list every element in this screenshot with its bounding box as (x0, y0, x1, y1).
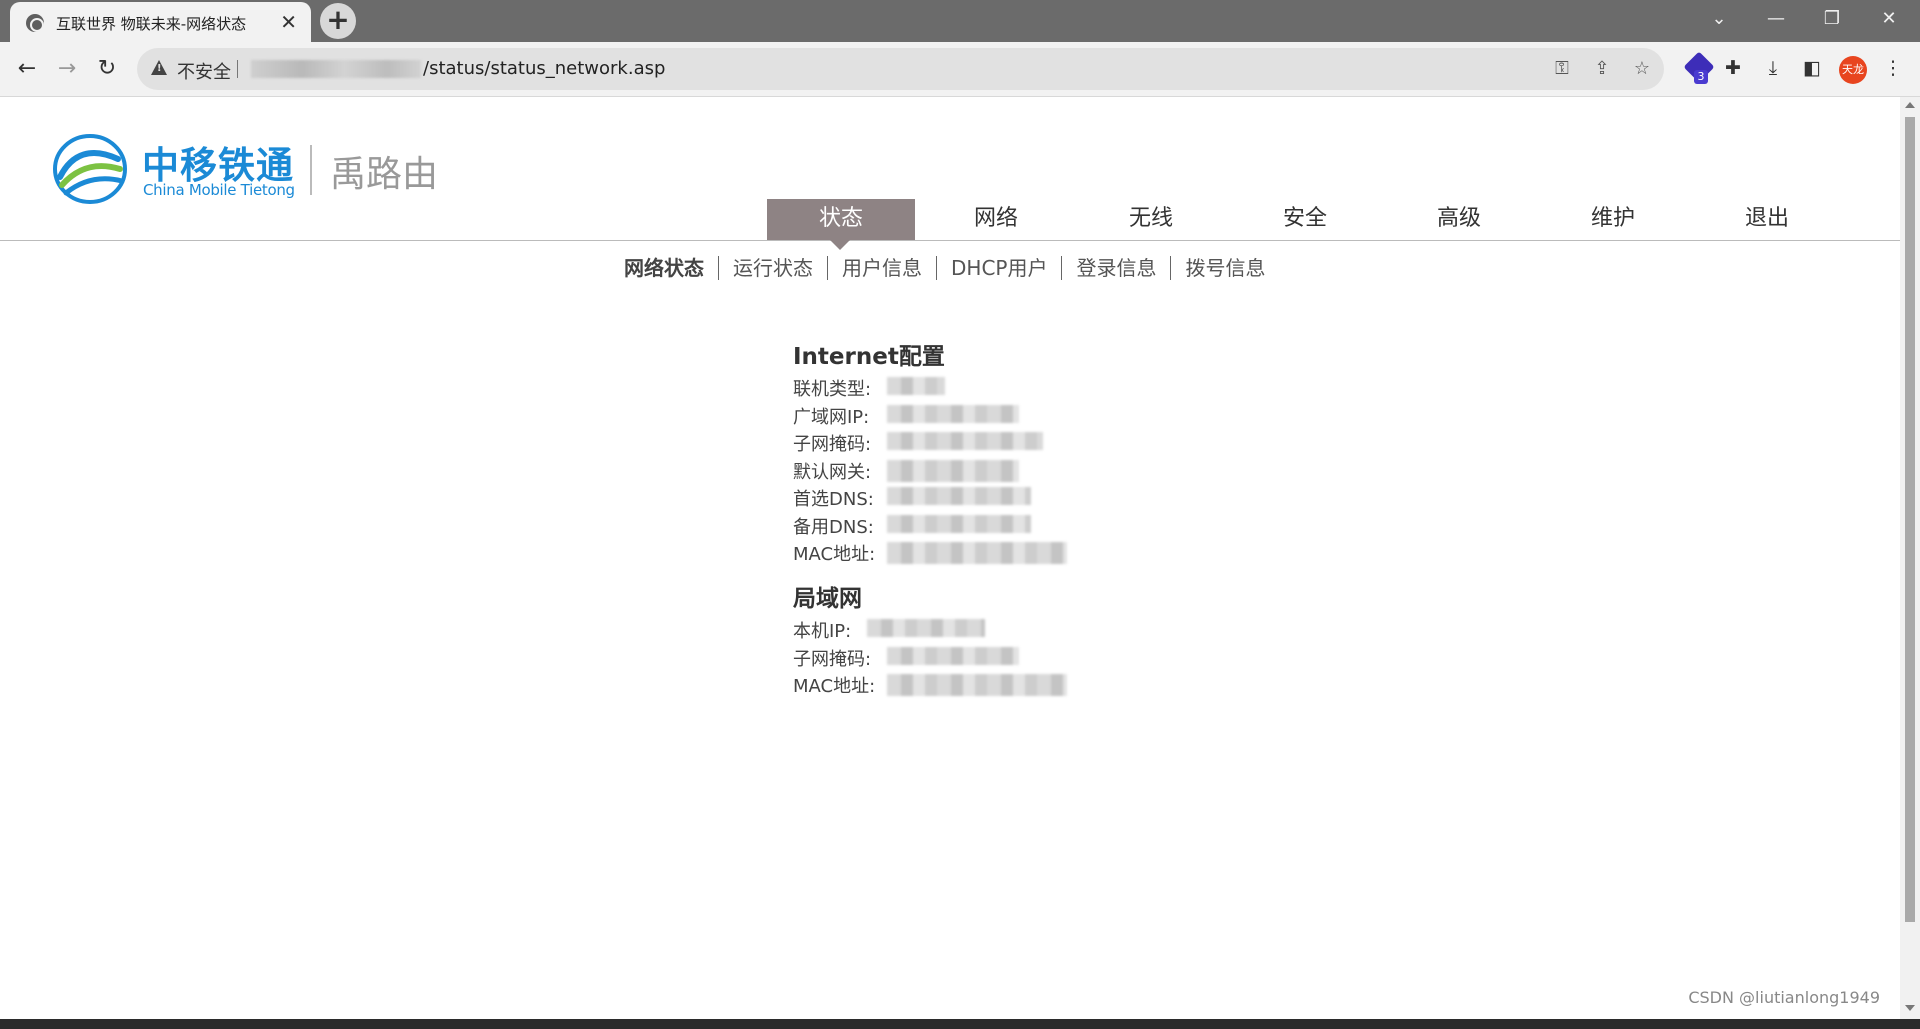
wan-mac-value-redacted (887, 542, 1067, 564)
info-row: 首选DNS: (793, 483, 1031, 511)
main-nav-maintenance[interactable]: 维护 (1539, 199, 1687, 240)
main-nav-status[interactable]: 状态 (767, 199, 915, 240)
brand-name: 禹路由 (330, 154, 439, 195)
lan-mac-label: MAC地址: (793, 676, 876, 697)
sub-nav-login-info[interactable]: 登录信息 (1062, 255, 1170, 281)
download-icon[interactable]: ⤓ (1760, 55, 1786, 81)
active-nav-arrow (830, 240, 850, 250)
reload-icon[interactable]: ↻ (92, 54, 122, 84)
secondary-dns-label: 备用DNS: (793, 516, 874, 538)
info-row: 子网掩码: (793, 643, 1019, 671)
local-ip-value-redacted (867, 619, 985, 637)
main-nav-wireless[interactable]: 无线 (1077, 199, 1225, 240)
info-row: 子网掩码: (793, 428, 1043, 456)
sub-nav: 网络状态 运行状态 用户信息 DHCP用户 登录信息 拨号信息 (610, 255, 1279, 281)
browser-tab[interactable]: 互联世界 物联未来-网络状态 ✕ (10, 2, 311, 42)
insecure-label[interactable]: 不安全 (177, 58, 231, 84)
address-bar[interactable]: 不安全 /status/status_network.asp ⚿ ⇪ ☆ (137, 48, 1664, 90)
forward-icon[interactable]: → (52, 54, 82, 84)
side-panel-icon[interactable]: ◧ (1799, 55, 1825, 81)
connection-type-value-redacted (887, 377, 945, 395)
router-page: 中移铁通 China Mobile Tietong 禹路由 状态 网络 无线 安… (0, 97, 1900, 1019)
gateway-label: 默认网关: (793, 461, 872, 483)
internet-section-title: Internet配置 (793, 344, 945, 370)
watermark: CSDN @liutianlong1949 (1688, 988, 1880, 1007)
main-nav-logout[interactable]: 退出 (1693, 199, 1841, 240)
lan-subnet-mask-label: 子网掩码: (793, 648, 872, 670)
info-row: MAC地址: (793, 670, 1067, 698)
sub-nav-run-status[interactable]: 运行状态 (719, 255, 827, 281)
gateway-value-redacted (887, 459, 1019, 482)
wan-ip-label: 广域网IP: (793, 406, 870, 428)
back-icon[interactable]: ← (12, 54, 42, 84)
taskbar-strip (0, 1019, 1920, 1029)
puzzle-icon[interactable]: ✚ (1720, 55, 1746, 81)
info-row: 备用DNS: (793, 511, 1031, 539)
scroll-up-icon[interactable] (1905, 102, 1915, 108)
star-icon[interactable]: ☆ (1631, 58, 1653, 80)
wan-mac-label: MAC地址: (793, 544, 876, 565)
restore-button[interactable]: ❐ (1810, 4, 1854, 34)
main-nav-security[interactable]: 安全 (1231, 199, 1379, 240)
main-nav-network[interactable]: 网络 (922, 199, 1070, 240)
scroll-down-icon[interactable] (1905, 1005, 1915, 1011)
info-row: 本机IP: (793, 615, 985, 643)
info-row: 广域网IP: (793, 401, 1019, 429)
close-window-button[interactable]: ✕ (1867, 4, 1911, 34)
info-row: 联机类型: (793, 373, 945, 401)
sub-nav-network-status[interactable]: 网络状态 (610, 255, 718, 281)
key-icon[interactable]: ⚿ (1551, 58, 1573, 80)
subnet-mask-label: 子网掩码: (793, 434, 872, 455)
main-nav-advanced[interactable]: 高级 (1385, 199, 1533, 240)
subnet-mask-value-redacted (887, 432, 1043, 450)
profile-avatar[interactable]: 天龙 (1839, 56, 1867, 84)
warning-icon (151, 60, 167, 75)
url-path[interactable]: /status/status_network.asp (423, 58, 665, 79)
tab-search-icon[interactable]: ⌄ (1697, 4, 1741, 34)
scroll-thumb[interactable] (1905, 117, 1915, 922)
share-icon[interactable]: ⇪ (1591, 58, 1613, 80)
page-scrollbar[interactable] (1900, 97, 1920, 1019)
info-row: 默认网关: (793, 456, 1019, 484)
minimize-button[interactable]: — (1754, 4, 1798, 34)
extension-badge: 3 (1694, 70, 1708, 84)
globe-icon (26, 14, 44, 32)
lan-section: 局域网 本机IP: 子网掩码: MAC地址: (793, 579, 1067, 698)
info-row: MAC地址: (793, 538, 1067, 566)
tab-title: 互联世界 物联未来-网络状态 (56, 15, 247, 33)
sub-nav-user-info[interactable]: 用户信息 (828, 255, 936, 281)
connection-type-label: 联机类型: (793, 379, 872, 400)
browser-titlebar: 互联世界 物联未来-网络状态 ✕ + ⌄ — ❐ ✕ (0, 0, 1920, 42)
secondary-dns-value-redacted (887, 514, 1031, 533)
logo-name-en: China Mobile Tietong (143, 181, 295, 199)
lan-section-title: 局域网 (793, 586, 862, 612)
url-host-redacted (251, 60, 421, 78)
main-nav-divider (0, 240, 1900, 241)
china-mobile-logo-icon (53, 134, 127, 204)
close-tab-icon[interactable]: ✕ (280, 9, 297, 35)
sub-nav-dial-info[interactable]: 拨号信息 (1171, 255, 1279, 281)
primary-dns-label: 首选DNS: (793, 489, 874, 510)
wan-ip-value-redacted (887, 404, 1019, 423)
lan-mac-value-redacted (887, 674, 1067, 696)
new-tab-button[interactable]: + (320, 3, 356, 39)
logo-divider (310, 145, 312, 195)
browser-toolbar: ← → ↻ 不安全 /status/status_network.asp ⚿ ⇪… (0, 42, 1920, 97)
address-separator (237, 60, 238, 78)
lan-subnet-mask-value-redacted (887, 646, 1019, 665)
sub-nav-dhcp-users[interactable]: DHCP用户 (937, 255, 1061, 281)
menu-icon[interactable]: ⋮ (1880, 55, 1906, 81)
primary-dns-value-redacted (887, 487, 1031, 505)
local-ip-label: 本机IP: (793, 621, 852, 642)
internet-section: Internet配置 联机类型: 广域网IP: 子网掩码: 默认网关: 首选DN… (793, 337, 1067, 566)
